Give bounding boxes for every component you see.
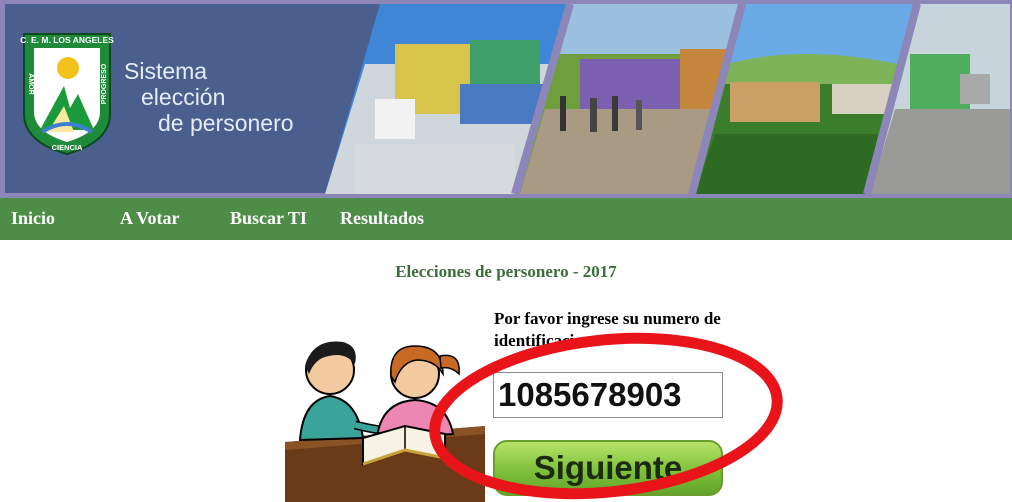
nav-buscar-ti[interactable]: Buscar TI bbox=[230, 208, 307, 229]
logo-right-text: PROGRESO bbox=[101, 63, 108, 104]
system-title-line2: elección bbox=[141, 84, 226, 110]
system-title-line1: Sistema bbox=[124, 58, 208, 84]
header-banner: C. E. M. LOS ANGELES AMOR PROGRESO CIENC… bbox=[0, 0, 1012, 198]
id-number-input[interactable] bbox=[493, 372, 723, 418]
logo-bottom-text: CIENCIA bbox=[52, 143, 83, 152]
page-title: Elecciones de personero - 2017 bbox=[395, 262, 617, 281]
nav-resultados[interactable]: Resultados bbox=[340, 208, 424, 229]
logo-top-text: C. E. M. LOS ANGELES bbox=[20, 35, 114, 45]
nav-inicio[interactable]: Inicio bbox=[11, 208, 55, 229]
school-logo: C. E. M. LOS ANGELES AMOR PROGRESO CIENC… bbox=[20, 33, 114, 156]
school-photos bbox=[325, 4, 1010, 194]
id-prompt-label: Por favor ingrese su numero de identific… bbox=[494, 309, 721, 350]
nav-a-votar[interactable]: A Votar bbox=[120, 208, 180, 229]
next-button[interactable]: Siguiente bbox=[493, 440, 723, 496]
system-title-line3: de personero bbox=[158, 110, 294, 136]
logo-left-text: AMOR bbox=[27, 73, 34, 94]
kids-reading-illustration bbox=[285, 341, 485, 502]
main-nav: Inicio A Votar Buscar TI Resultados bbox=[0, 198, 1012, 240]
